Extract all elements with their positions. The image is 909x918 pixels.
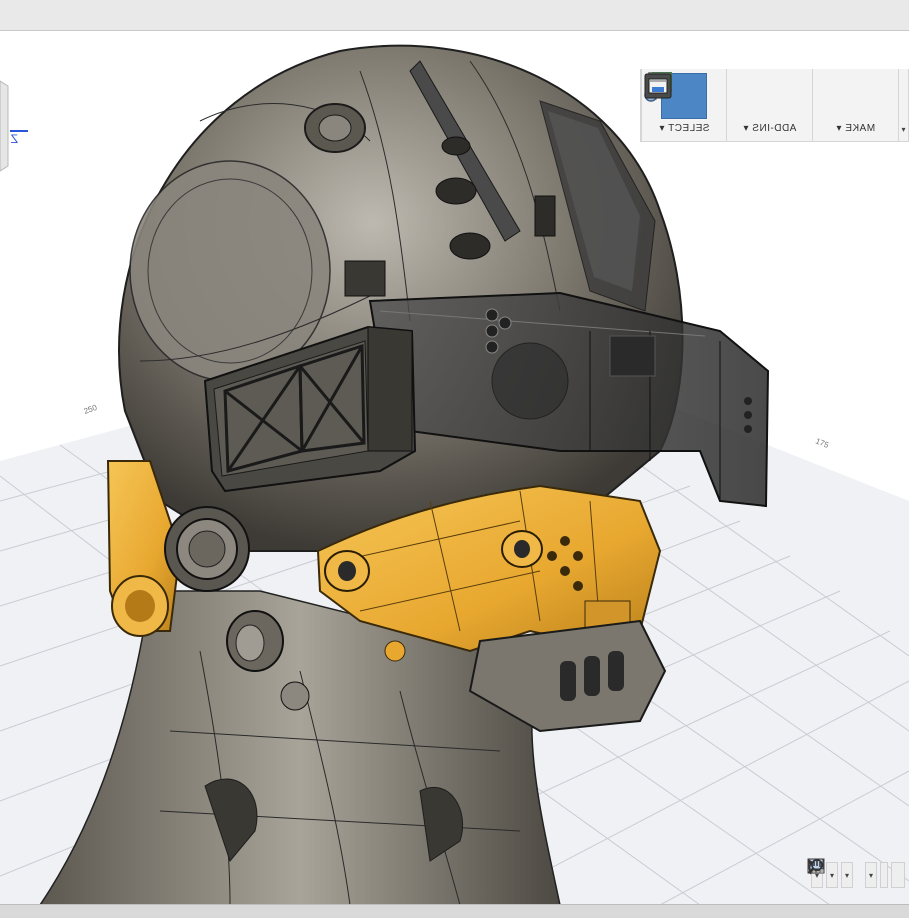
chevron-down-icon: ▾: [844, 870, 849, 880]
toolbar-make[interactable]: MAKE ▾: [644, 69, 899, 141]
toolbar-overflow-caret-icon: ▾: [901, 125, 906, 134]
grid-settings-button[interactable]: ▾: [807, 858, 838, 888]
toolbar-add-ins[interactable]: ADD-INS ▾: [644, 69, 813, 141]
top-bar: [0, 0, 909, 31]
add-ins-gear-icon: [644, 72, 793, 119]
fusion-window: 250 175 Z SELECT ▾ ADD-INS ▾ MAKE ▾ ▾ ▾ …: [0, 0, 909, 918]
3d-canvas[interactable]: 250 175 Z SELECT ▾ ADD-INS ▾ MAKE ▾ ▾ ▾ …: [0, 31, 909, 905]
pan-button[interactable]: [808, 860, 905, 888]
grid-label-175: 175: [814, 437, 830, 451]
toolbar-add-ins-label: ADD-INS ▾: [742, 123, 797, 134]
status-bar: [0, 904, 909, 918]
ribbon-toolbar: SELECT ▾ ADD-INS ▾ MAKE ▾ ▾: [640, 69, 909, 142]
make-3d-print-icon: [644, 73, 879, 119]
chevron-down-icon: ▾: [829, 870, 834, 880]
view-cube[interactable]: Z: [0, 80, 28, 172]
display-settings-button[interactable]: ▾: [808, 858, 853, 888]
axis-z-label: Z: [11, 132, 18, 146]
chevron-down-icon: ▾: [868, 870, 873, 880]
toolbar-make-label: MAKE ▾: [835, 123, 876, 134]
helmet-dome: [118, 44, 684, 552]
toolbar-select-label: SELECT ▾: [658, 123, 710, 134]
toolbar-overflow[interactable]: ▾: [899, 69, 909, 141]
fit-zoom-button[interactable]: ▾: [808, 859, 877, 888]
scene-svg: 250 175 Z: [0, 44, 909, 905]
zoom-button[interactable]: [807, 859, 888, 888]
grid-label-250: 250: [83, 403, 99, 416]
navigation-bar: ▾ ▾ ▾ ▾: [807, 858, 909, 892]
